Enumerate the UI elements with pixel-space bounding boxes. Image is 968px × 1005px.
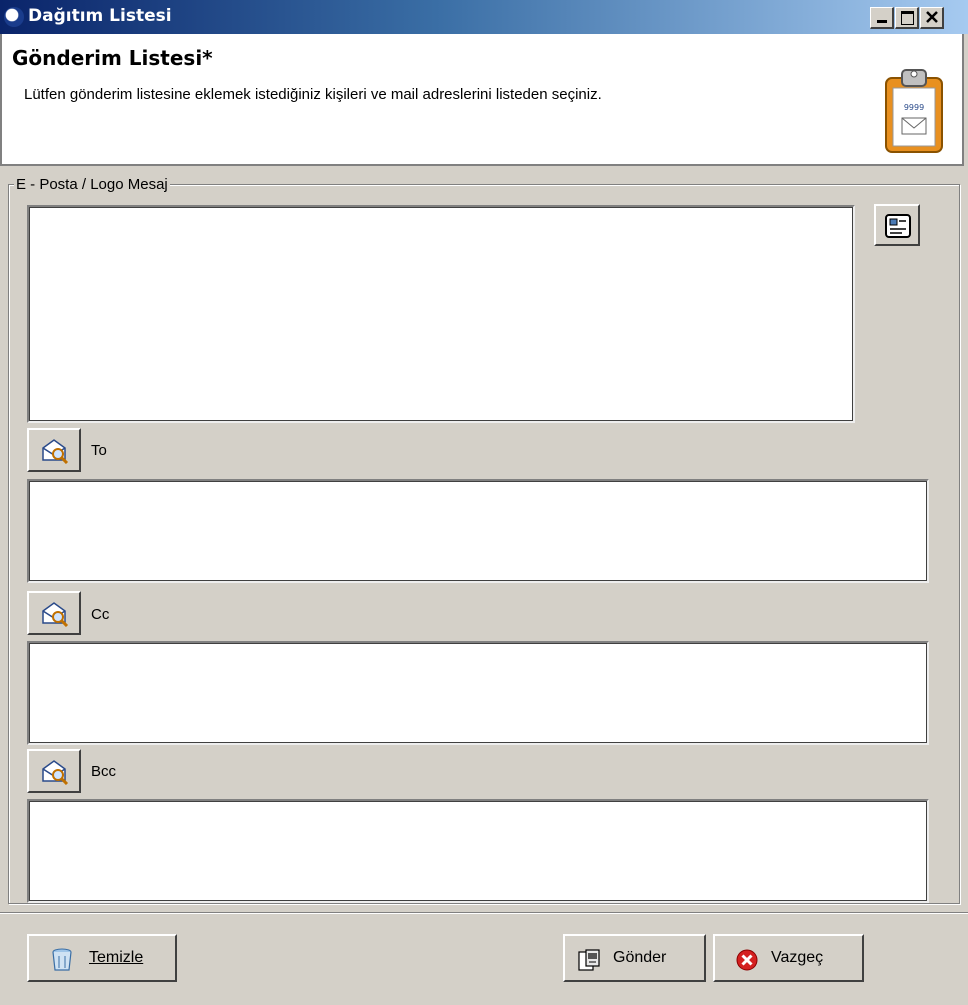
message-field[interactable] (27, 205, 855, 423)
app-eye-icon (4, 7, 24, 27)
send-label: Gönder (613, 949, 667, 966)
bcc-address-book-button[interactable] (27, 749, 81, 793)
send-document-icon (578, 949, 600, 971)
cc-textarea[interactable] (29, 643, 927, 743)
window-title: Dağıtım Listesi (28, 6, 172, 26)
to-address-book-button[interactable] (27, 428, 81, 472)
clipboard-mail-icon: 9999 (885, 69, 943, 153)
address-book-search-icon (42, 439, 69, 464)
address-book-search-icon (42, 760, 69, 785)
bcc-field[interactable] (27, 799, 929, 903)
to-label: To (91, 442, 107, 459)
cc-label: Cc (91, 606, 110, 623)
close-icon (926, 11, 938, 23)
template-document-icon (885, 214, 911, 238)
close-button[interactable] (920, 7, 944, 29)
cancel-label: Vazgeç (771, 949, 824, 966)
header-panel: Gönderim Listesi* Lütfen gönderim listes… (0, 34, 964, 166)
minimize-button[interactable] (870, 7, 894, 29)
send-button[interactable]: Gönder (563, 934, 706, 982)
svg-text:9999: 9999 (904, 103, 924, 112)
clear-label: Temizle (89, 949, 144, 966)
clear-button[interactable]: Temizle (27, 934, 177, 982)
maximize-button[interactable] (895, 7, 919, 29)
group-legend: E - Posta / Logo Mesaj (14, 176, 170, 193)
cc-address-book-button[interactable] (27, 591, 81, 635)
to-field[interactable] (27, 479, 929, 583)
title-bar[interactable]: Dağıtım Listesi (0, 0, 968, 34)
address-book-search-icon (42, 602, 69, 627)
to-textarea[interactable] (29, 481, 927, 581)
bcc-label: Bcc (91, 763, 117, 780)
template-button[interactable] (874, 204, 920, 246)
cancel-button[interactable]: Vazgeç (713, 934, 864, 982)
cc-field[interactable] (27, 641, 929, 745)
bcc-textarea[interactable] (29, 801, 927, 901)
recycle-bin-icon (52, 948, 72, 971)
distribution-list-window: Dağıtım Listesi Gönderim Listesi* Lütfen… (0, 0, 968, 1005)
page-subtitle: Lütfen gönderim listesine eklemek istedi… (24, 86, 602, 103)
message-textarea[interactable] (29, 207, 853, 421)
page-title: Gönderim Listesi* (12, 46, 213, 70)
red-cancel-icon (736, 949, 758, 971)
footer-divider (0, 912, 968, 914)
